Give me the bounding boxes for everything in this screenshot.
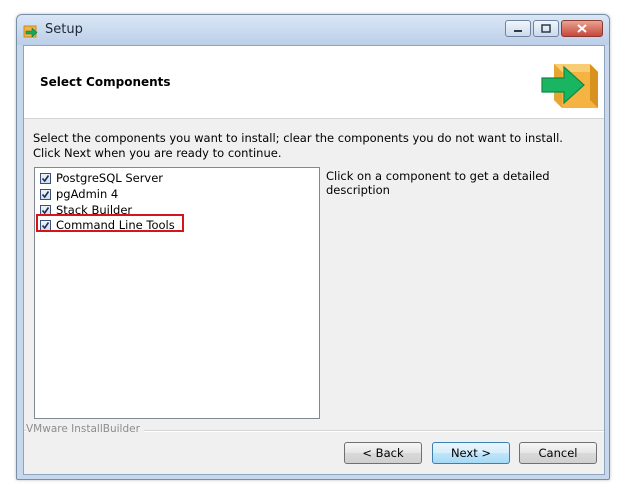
setup-app-icon — [23, 25, 38, 38]
component-label: pgAdmin 4 — [56, 187, 119, 201]
cancel-button[interactable]: Cancel — [519, 442, 597, 464]
page-title: Select Components — [40, 75, 171, 89]
wizard-footer: VMware InstallBuilder < Back Next > Canc… — [24, 419, 604, 474]
window-controls — [505, 20, 603, 38]
instruction-text: Select the components you want to instal… — [33, 131, 563, 160]
minimize-icon — [514, 29, 522, 32]
component-item-postgresql-server[interactable]: PostgreSQL Server — [40, 170, 163, 186]
maximize-button[interactable] — [533, 20, 559, 37]
component-checkbox[interactable] — [40, 188, 51, 200]
component-label: PostgreSQL Server — [56, 171, 164, 185]
wizard-header: Select Components — [24, 46, 604, 119]
next-button[interactable]: Next > — [432, 442, 510, 464]
title-bar[interactable]: Setup — [17, 15, 609, 45]
checkmark-icon — [41, 174, 50, 182]
setup-window: Setup Select Components Select the compo… — [16, 14, 610, 480]
highlight-annotation-box — [36, 214, 184, 232]
close-icon — [577, 24, 587, 33]
vendor-label: VMware InstallBuilder — [26, 423, 144, 435]
installer-box-arrow-icon — [541, 64, 598, 108]
components-panel: Select the components you want to instal… — [24, 119, 604, 419]
window-title: Setup — [45, 22, 83, 37]
wizard-content: Select Components Select the components … — [23, 45, 605, 475]
component-checkbox[interactable] — [40, 172, 51, 184]
checkmark-icon — [41, 190, 50, 198]
component-description: Click on a component to get a detailed d… — [326, 169, 550, 197]
close-button[interactable] — [561, 20, 603, 37]
minimize-button[interactable] — [505, 20, 531, 37]
maximize-icon — [541, 24, 551, 33]
back-button[interactable]: < Back — [344, 442, 422, 464]
components-list[interactable]: PostgreSQL Server pgAdmin 4 Stack Builde… — [34, 167, 320, 419]
component-item-pgadmin4[interactable]: pgAdmin 4 — [40, 186, 118, 202]
